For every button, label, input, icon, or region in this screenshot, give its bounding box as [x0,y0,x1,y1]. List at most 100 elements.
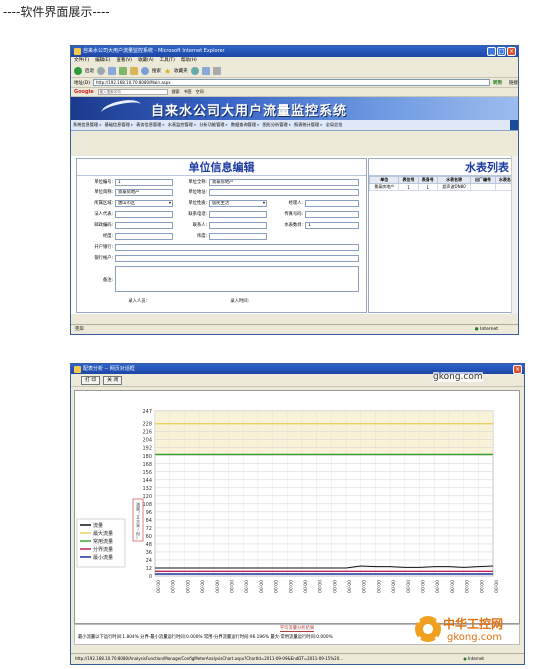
nav-basic-info[interactable]: 基础信息管理 [105,122,134,128]
table-cell [470,183,496,191]
x-tick-label: 00:00 [272,580,278,593]
print-icon[interactable] [212,67,221,75]
y-tick-label: 96 [146,510,152,516]
bank-input[interactable] [115,244,359,251]
y-tick-label: 144 [142,478,152,484]
col-factory-no[interactable]: 出厂编号 [470,176,496,184]
close-button[interactable]: × [513,365,522,374]
nav-system-info[interactable]: 系统信息管理 [73,122,102,128]
table-cell: 超声波DN80 [436,183,472,191]
google-logo: Google [74,89,94,95]
print-button[interactable]: 打 印 [81,375,101,385]
postcode-input[interactable] [115,222,173,229]
history-icon[interactable] [190,67,199,75]
minimize-button[interactable]: _ [487,47,496,56]
col-body-no[interactable]: 表身号 [417,176,438,184]
close-button[interactable]: × [507,47,516,56]
fax-input[interactable] [305,211,359,218]
zone-text: Internet [480,327,498,332]
google-bookmarks[interactable]: 书签 [184,89,192,95]
home-icon[interactable] [130,67,138,75]
vertical-scrollbar[interactable] [511,156,518,314]
remark-textarea[interactable] [115,266,359,292]
back-icon[interactable] [74,67,82,75]
links-label[interactable]: 链接 [509,80,518,86]
stop-icon[interactable] [108,67,116,75]
google-search-input[interactable]: 输入搜索字词 [97,89,168,95]
menu-bar: 文件(F) 编辑(E) 查看(V) 收藏(A) 工具(T) 帮助(H) [71,57,518,65]
lat-input[interactable] [209,233,267,240]
col-unit[interactable]: 单位 [369,176,400,184]
meter-list-panel: 水表列表 单位 表位号 表身号 水表名称 出厂编号 水表名 景泰房地产 1 1 … [368,158,516,313]
address-input[interactable]: http://192.168.10.70:8080/Main.aspx [92,79,490,86]
menu-view[interactable]: 查看(V) [116,57,132,65]
lng-input[interactable] [115,233,173,240]
legend-label: 最大流量 [93,530,113,537]
unit-code-input[interactable]: 1 [115,179,173,186]
nav-graph-analysis[interactable]: 图形分析管理 [262,122,291,128]
account-input[interactable] [115,255,359,262]
full-name-input[interactable]: 景泰房地产 [209,179,359,186]
table-row[interactable]: 景泰房地产 1 1 超声波DN80 [369,183,515,191]
back-label[interactable]: 后退 [85,68,94,74]
menu-favorites[interactable]: 收藏(A) [138,57,154,65]
district-value: 唐山市区 [118,201,136,206]
bank-label: 开户银行: [94,245,113,250]
short-name-label: 单位简称: [94,190,113,195]
dialog-zone-text: Internet [468,656,484,661]
address-field-input[interactable] [209,189,359,196]
section-heading: ----软件界面展示---- [3,5,110,19]
y-tick-label: 180 [142,454,152,460]
search-label[interactable]: 搜索 [152,68,161,74]
chart-legend: 流量最大流量常用流量分界流量最小流量 [76,518,126,568]
nav-analysis[interactable]: 分析功能管理 [199,122,228,128]
contact2-input[interactable] [209,222,267,229]
google-space[interactable]: 空间 [196,89,204,95]
y-tick-label: 84 [146,518,152,524]
google-search-button[interactable]: 搜索 [172,89,180,95]
watermark-line1: 中华工控网 [443,617,504,631]
legend-label: 最小流量 [93,554,113,561]
col-position-no[interactable]: 表位号 [398,176,419,184]
x-tick-label: 00:00 [243,580,249,593]
favorites-icon[interactable]: ★ [164,67,171,76]
forward-icon[interactable] [97,67,105,75]
banner-swoosh [99,97,143,120]
refresh-icon[interactable] [119,67,127,75]
close-dialog-button[interactable]: 关 闭 [103,375,123,385]
contact-input[interactable] [305,200,359,207]
favorites-label[interactable]: 收藏夹 [174,68,188,74]
menu-tools[interactable]: 工具(T) [160,57,175,65]
legal-input[interactable] [115,211,173,218]
nav-report[interactable]: 报表统计管理 [294,122,323,128]
address-bar: 地址(D) http://192.168.10.70:8080/Main.asp… [71,78,518,88]
district-label: 所属区域: [94,201,113,206]
unit-code-label: 单位编号: [94,180,113,185]
col-meter-name[interactable]: 水表名称 [436,176,472,184]
meter-count-input[interactable]: 1 [305,222,359,229]
meter-count-label: 水表数目: [284,223,303,228]
nav-meter-info[interactable]: 表务信息管理 [136,122,165,128]
nature-select[interactable]: 居民生活 ▾ [209,200,267,207]
unit-edit-panel: 单位信息编辑 单位编号: 1 单位全称: 景泰房地产 单位简称: 景泰房地产 单… [76,158,367,313]
y-tick-label: 0 [149,574,152,580]
x-tick-label: 00:00 [448,580,454,593]
nav-meter-monitor[interactable]: 水表监控管理 [168,122,197,128]
district-select[interactable]: 唐山市区 ▾ [115,200,173,207]
address-label: 地址(D) [74,80,90,86]
y-tick-label: 24 [146,558,152,564]
menu-file[interactable]: 文件(F) [74,57,89,65]
x-tick-label: 00:00 [155,580,161,593]
short-name-input[interactable]: 景泰房地产 [115,189,173,196]
contact-label: 经理人: [288,201,303,206]
phone-input[interactable] [209,211,267,218]
menu-help[interactable]: 帮助(H) [181,57,197,65]
search-icon[interactable] [141,67,149,75]
mail-icon[interactable] [201,67,210,75]
watermark-top: gkong.com [433,372,483,382]
go-button[interactable]: 转到 [493,80,506,86]
maximize-button[interactable]: □ [497,47,506,56]
nav-data-query[interactable]: 数据查询管理 [231,122,260,128]
nav-overview[interactable]: 全局总览 [326,122,343,128]
menu-edit[interactable]: 编辑(E) [95,57,110,65]
